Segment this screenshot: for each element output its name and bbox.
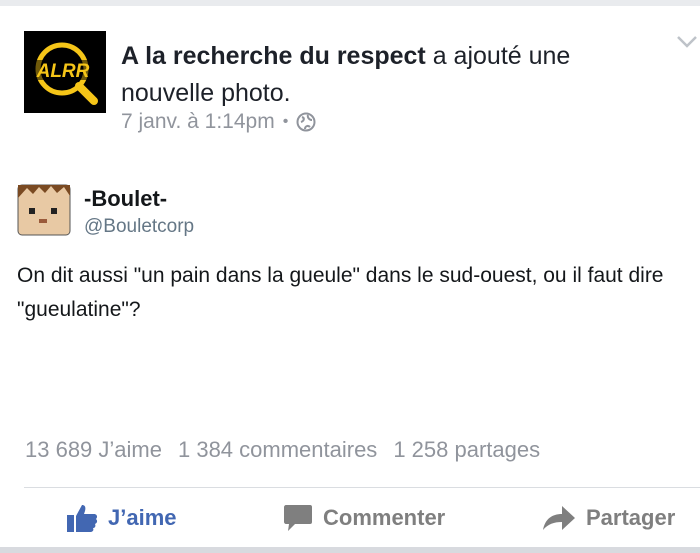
globe-icon[interactable] bbox=[296, 112, 316, 132]
alrr-logo-icon: ALRR bbox=[24, 31, 106, 113]
logo-text: ALRR bbox=[36, 61, 90, 82]
comment-icon bbox=[284, 505, 312, 531]
meta-separator: • bbox=[282, 113, 289, 130]
post-meta: 7 janv. à 1:14pm • bbox=[121, 110, 316, 134]
share-button[interactable]: Partager bbox=[542, 493, 675, 543]
page-name-link[interactable]: A la recherche du respect bbox=[121, 42, 426, 70]
page-logo[interactable]: ALRR bbox=[24, 31, 106, 113]
tweet-text: On dit aussi "un pain dans la gueule" da… bbox=[17, 264, 664, 321]
post-timestamp[interactable]: 7 janv. à 1:14pm bbox=[121, 110, 275, 134]
comment-label: Commenter bbox=[323, 505, 446, 530]
share-arrow-icon bbox=[543, 506, 575, 530]
tweet-avatar[interactable] bbox=[17, 184, 71, 236]
divider bbox=[24, 487, 700, 488]
tweet-display-name: -Boulet- bbox=[84, 186, 168, 211]
bottom-border bbox=[0, 547, 700, 553]
likes-count[interactable]: 13 689 J’aime bbox=[25, 437, 162, 463]
like-button[interactable]: J’aime bbox=[66, 493, 177, 543]
post-stats: 13 689 J’aime 1 384 commentaires 1 258 p… bbox=[25, 437, 540, 463]
post-header: A la recherche du respect a ajouté une n… bbox=[121, 38, 661, 112]
like-label: J’aime bbox=[108, 505, 177, 530]
comment-button[interactable]: Commenter bbox=[283, 493, 445, 543]
tweet-handle: @Bouletcorp bbox=[84, 216, 195, 237]
comments-count[interactable]: 1 384 commentaires bbox=[178, 437, 377, 463]
chevron-down-icon[interactable] bbox=[676, 34, 698, 50]
shares-count[interactable]: 1 258 partages bbox=[393, 437, 540, 463]
thumbs-up-icon bbox=[67, 505, 98, 532]
share-label: Partager bbox=[586, 505, 676, 530]
action-bar: J’aime Commenter Partager bbox=[0, 493, 700, 543]
